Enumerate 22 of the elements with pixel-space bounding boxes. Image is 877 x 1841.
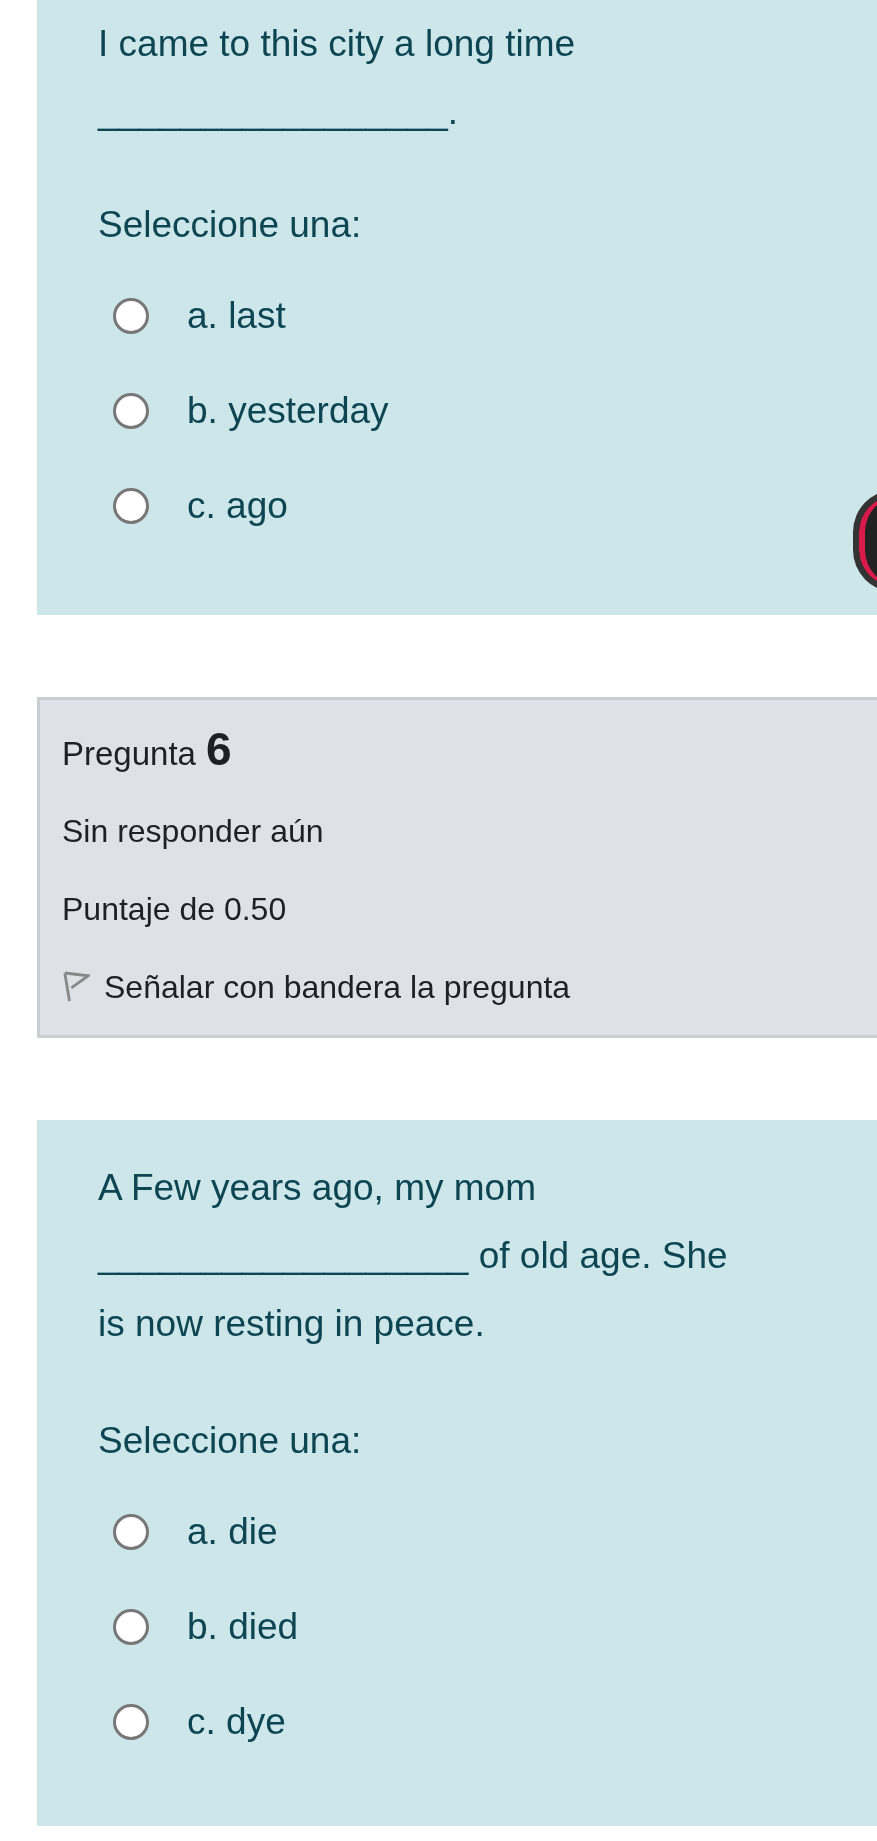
radio-button[interactable] [113,487,149,524]
option-label[interactable]: a. die [187,1510,278,1553]
radio-button[interactable] [113,1608,149,1645]
option-label[interactable]: c. dye [187,1700,286,1743]
question-number: 6 [205,722,232,776]
option-label[interactable]: b. yesterday [187,389,389,432]
score-text: Puntaje de 0.50 [62,889,288,929]
radio-button[interactable] [113,1513,149,1550]
prompt-text: Seleccione una: [98,1420,363,1462]
status-text: Sin responder aún [62,811,325,851]
question-text: I came to this city a long time _________________. [98,22,577,134]
radio-button[interactable] [113,297,149,334]
option-label[interactable]: c. ago [187,484,288,527]
radio-button[interactable] [113,1703,149,1740]
option-label[interactable]: b. died [187,1605,299,1648]
option-label[interactable]: a. last [187,294,286,337]
question-label: Pregunta [62,735,196,773]
flag-question-link[interactable]: Señalar con bandera la pregunta [104,968,571,1006]
prompt-text: Seleccione una: [98,204,363,246]
question-text: A Few years ago, my mom __________________ of old age. She is now resting in peace. [98,1166,729,1346]
radio-button[interactable] [113,392,149,429]
flag-icon[interactable] [62,970,90,1004]
